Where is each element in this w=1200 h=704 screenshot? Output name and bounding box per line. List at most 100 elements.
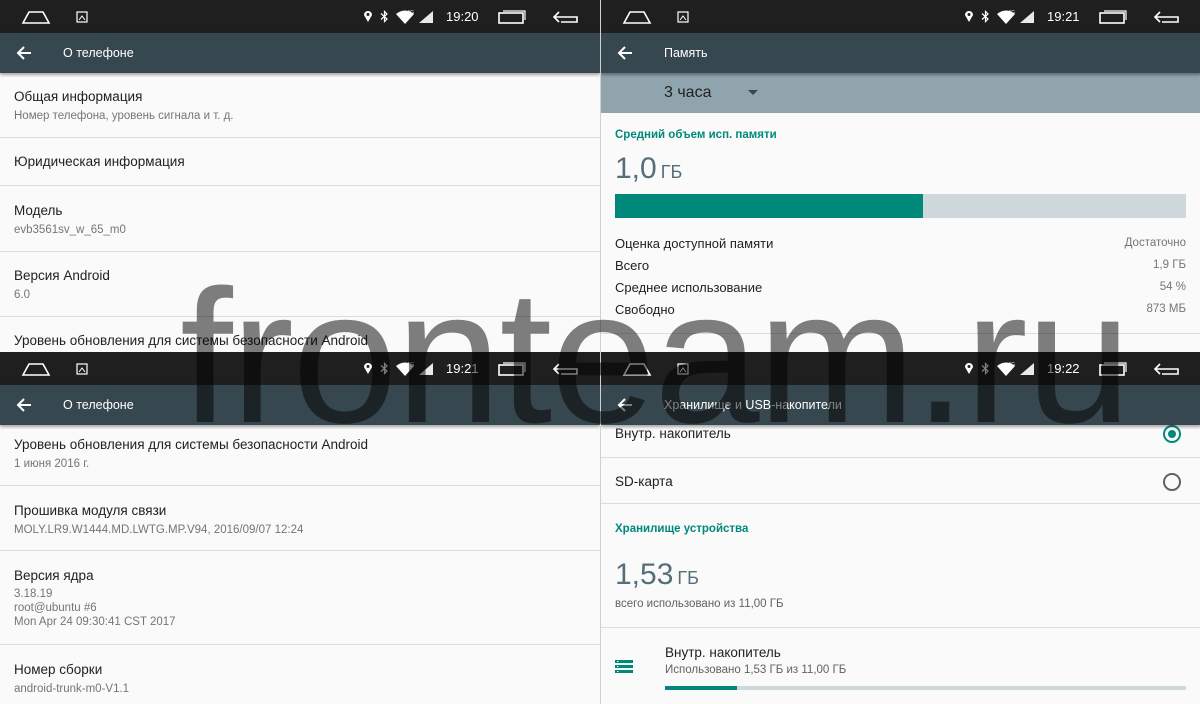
- location-icon: [963, 0, 975, 33]
- recent-apps-icon[interactable]: [1097, 0, 1129, 33]
- panel-about-phone-2: 4G 19:21 О телефоне Уровень обновления д…: [0, 352, 600, 704]
- storage-used-unit: ГБ: [677, 568, 699, 588]
- list-item-title: Юридическая информация: [14, 154, 185, 169]
- back-arrow-icon[interactable]: [12, 41, 36, 65]
- home-icon[interactable]: [621, 352, 653, 385]
- status-bar: 4G 19:21: [0, 352, 600, 385]
- row-label: Свободно: [615, 302, 675, 317]
- storage-usage-bar-fill: [665, 686, 738, 690]
- list-item-title: Общая информация: [14, 89, 143, 104]
- back-arrow-icon[interactable]: [613, 393, 637, 417]
- nav-back-icon[interactable]: [1151, 352, 1183, 385]
- section-title-avg-memory: Средний объем исп. памяти: [615, 129, 777, 141]
- nav-back-icon[interactable]: [550, 352, 582, 385]
- row-value: 54 %: [1159, 281, 1186, 293]
- list-item-baseband[interactable]: Прошивка модуля связи MOLY.LR9.W1444.MD.…: [0, 486, 600, 551]
- memory-usage-bar-fill: [615, 194, 924, 218]
- home-icon[interactable]: [20, 0, 52, 33]
- divider: [601, 333, 1200, 334]
- screenshot-icon: [675, 0, 691, 33]
- avg-memory-unit: ГБ: [660, 162, 683, 182]
- list-item-security-patch[interactable]: Уровень обновления для системы безопасно…: [0, 425, 600, 486]
- nav-back-icon[interactable]: [1151, 0, 1183, 33]
- option-label: Внутр. накопитель: [615, 426, 731, 441]
- radio-unselected-icon[interactable]: [1163, 473, 1181, 491]
- list-item-legal-info[interactable]: Юридическая информация: [0, 138, 600, 186]
- list-item-general-info[interactable]: Общая информация Номер телефона, уровень…: [0, 73, 600, 138]
- recent-apps-icon[interactable]: [496, 0, 528, 33]
- list-item-subtitle: Номер телефона, уровень сигнала и т. д.: [14, 110, 234, 122]
- location-icon: [963, 352, 975, 385]
- panel-storage: 4G 19:22 Хранилище и USB-накопители Внут…: [600, 352, 1200, 704]
- panel-about-phone-1: 4G 19:20 О телефоне Общая информация Ном…: [0, 0, 600, 352]
- list-item-android-version[interactable]: Версия Android 6.0: [0, 252, 600, 317]
- storage-used-caption: всего использовано из 11,00 ГБ: [615, 598, 784, 610]
- memory-row-free: Свободно 873 МБ: [615, 302, 1186, 324]
- list-item-title: Модель: [14, 203, 63, 218]
- recent-apps-icon[interactable]: [1097, 352, 1129, 385]
- memory-usage-bar: [615, 194, 1186, 218]
- back-arrow-icon[interactable]: [12, 393, 36, 417]
- list-item-subtitle: evb3561sv_w_65_m0: [14, 224, 126, 236]
- avg-memory-number: 1,0: [615, 152, 657, 185]
- page-title: Память: [664, 46, 708, 60]
- memory-row-average: Среднее использование 54 %: [615, 280, 1186, 302]
- list-item-subtitle: 1 июня 2016 г.: [14, 458, 90, 470]
- option-sd-card[interactable]: SD-карта: [601, 458, 1200, 504]
- row-label: Оценка доступной памяти: [615, 236, 774, 251]
- storage-item-internal[interactable]: Внутр. накопитель Использовано 1,53 ГБ и…: [601, 628, 1200, 704]
- toolbar: Память: [601, 33, 1200, 73]
- list-item-title: Версия Android: [14, 268, 110, 283]
- location-icon: [362, 0, 374, 33]
- list-item-title: Номер сборки: [14, 662, 103, 677]
- storage-list-icon: [615, 660, 633, 674]
- storage-item-subtitle: Использовано 1,53 ГБ из 11,00 ГБ: [665, 664, 847, 676]
- row-value: 1,9 ГБ: [1153, 259, 1186, 271]
- wifi-icon: 4G: [395, 0, 415, 33]
- list-item-subtitle: android-trunk-m0-V1.1: [14, 683, 130, 695]
- screenshot-icon: [74, 352, 90, 385]
- chevron-down-icon: [748, 90, 758, 95]
- list-item-security-patch[interactable]: Уровень обновления для системы безопасно…: [0, 317, 600, 352]
- option-internal-storage[interactable]: Внутр. накопитель: [601, 425, 1200, 458]
- svg-text:4G: 4G: [407, 362, 414, 368]
- svg-text:4G: 4G: [407, 10, 414, 16]
- storage-used-number: 1,53: [615, 558, 674, 591]
- toolbar: О телефоне: [0, 33, 600, 73]
- radio-selected-icon[interactable]: [1163, 425, 1181, 443]
- recent-apps-icon[interactable]: [496, 352, 528, 385]
- toolbar: О телефоне: [0, 385, 600, 425]
- option-label: SD-карта: [615, 474, 673, 489]
- signal-icon: [417, 0, 435, 33]
- list-item-build-number[interactable]: Номер сборки android-trunk-m0-V1.1: [0, 645, 600, 704]
- wifi-icon: 4G: [996, 352, 1016, 385]
- nav-back-icon[interactable]: [550, 0, 582, 33]
- back-arrow-icon[interactable]: [613, 41, 637, 65]
- clock: 19:21: [446, 361, 479, 376]
- page-title: О телефоне: [63, 46, 134, 60]
- row-label: Всего: [615, 258, 650, 273]
- period-dropdown[interactable]: 3 часа: [601, 73, 1200, 113]
- list-item-model[interactable]: Модель evb3561sv_w_65_m0: [0, 186, 600, 252]
- svg-text:4G: 4G: [1008, 362, 1015, 368]
- signal-icon: [1018, 352, 1036, 385]
- screenshot-icon: [74, 0, 90, 33]
- memory-row-availability: Оценка доступной памяти Достаточно: [615, 236, 1186, 258]
- page-title: Хранилище и USB-накопители: [664, 398, 842, 412]
- memory-row-total: Всего 1,9 ГБ: [615, 258, 1186, 280]
- home-icon[interactable]: [20, 352, 52, 385]
- signal-icon: [417, 352, 435, 385]
- signal-icon: [1018, 0, 1036, 33]
- home-icon[interactable]: [621, 0, 653, 33]
- list-item-kernel-version[interactable]: Версия ядра 3.18.19 root@ubuntu #6 Mon A…: [0, 551, 600, 645]
- panel-memory: 4G 19:21 Память 3 часа Средний объем исп…: [600, 0, 1200, 352]
- avg-memory-value: 1,0 ГБ: [615, 152, 682, 186]
- bluetooth-icon: [378, 352, 390, 385]
- list-item-subtitle: Mon Apr 24 09:30:41 CST 2017: [14, 616, 176, 628]
- wifi-icon: 4G: [395, 352, 415, 385]
- toolbar: Хранилище и USB-накопители: [601, 385, 1200, 425]
- bluetooth-icon: [979, 0, 991, 33]
- status-bar: 4G 19:20: [0, 0, 600, 33]
- row-value: 873 МБ: [1146, 303, 1186, 315]
- page-title: О телефоне: [63, 398, 134, 412]
